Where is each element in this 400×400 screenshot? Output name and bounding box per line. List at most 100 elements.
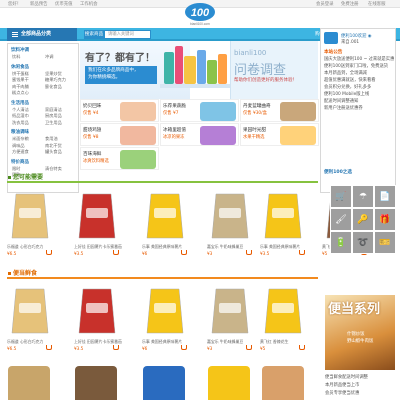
- promo-tile[interactable]: 百味海鲜 冰爽饮料精选: [80, 147, 159, 170]
- tape-icon[interactable]: ➰: [352, 231, 374, 254]
- notice-item[interactable]: 新用户注册送优惠券: [324, 105, 394, 111]
- umbrella-icon[interactable]: ☂: [352, 185, 374, 208]
- product-card[interactable]: 乐福道 心形白巧克力 ¥6.5: [5, 283, 55, 363]
- key-icon[interactable]: 🔑: [352, 208, 374, 231]
- bento-ad[interactable]: 便当系列 什锦炒饭 野山椒牛肉饭: [325, 295, 395, 370]
- product-card[interactable]: 嘉宝乐 牛奶味蜂巢豆 ¥3: [205, 188, 255, 268]
- product-image[interactable]: [262, 366, 304, 400]
- promo-tile[interactable]: 丹麦蓝罐曲奇 仅售 ¥30/盒: [240, 99, 319, 122]
- product-image[interactable]: [8, 366, 50, 400]
- add-to-cart-icon[interactable]: [181, 250, 187, 255]
- add-to-cart-icon[interactable]: [181, 345, 187, 350]
- category-item[interactable]: 个人清洁: [12, 107, 29, 113]
- side-news-item[interactable]: 本月新品便当上市: [325, 382, 395, 388]
- product-image[interactable]: [208, 190, 252, 242]
- notice-item[interactable]: 便利100送到家门口啦，免费送货: [324, 63, 394, 69]
- notice-item[interactable]: 国庆大放送便利100 ~ 过来就是实惠啦: [324, 56, 394, 62]
- category-item[interactable]: 南北干货: [45, 143, 62, 149]
- topbar-link-jobs[interactable]: 工作机会: [80, 1, 98, 7]
- all-categories-button[interactable]: 全部商品分类: [7, 28, 77, 41]
- category-item[interactable]: 冲调: [45, 54, 53, 60]
- add-to-cart-icon[interactable]: [46, 250, 52, 255]
- product-card[interactable]: 嘉宝乐 牛奶味蜂巢豆 ¥3: [205, 283, 255, 363]
- cart-icon[interactable]: 🛒: [330, 185, 352, 208]
- promo-tile[interactable]: 甜烧鸡翅 仅售 ¥8: [80, 123, 159, 146]
- product-card[interactable]: 上好佳 田园薯片卡乐蜜番茄味 ¥3.5: [72, 188, 122, 268]
- product-image[interactable]: [208, 285, 252, 337]
- category-item[interactable]: 饮料: [12, 54, 20, 60]
- notice-item[interactable]: 超值优惠满就送，快来看看: [324, 77, 394, 83]
- category-heading[interactable]: 生活用品: [11, 100, 29, 106]
- promo-tile[interactable]: 果园时光甜 水果干精选: [240, 123, 319, 146]
- product-image[interactable]: [75, 190, 119, 242]
- category-item[interactable]: 肉干肉脯: [12, 84, 29, 90]
- topbar-link-login[interactable]: 会员登录: [316, 1, 334, 7]
- ticket-icon[interactable]: 🎫: [374, 231, 396, 254]
- paint-icon[interactable]: 🖌: [330, 208, 352, 231]
- category-item[interactable]: 家庭清洁: [45, 107, 62, 113]
- product-card[interactable]: 乐事 美国经典原味薯片 ¥6: [140, 188, 190, 268]
- category-heading[interactable]: 粮油调味: [11, 129, 29, 135]
- category-item[interactable]: 糕点点心: [12, 90, 29, 96]
- product-card[interactable]: 乐事 美国经典原味薯片 ¥6: [140, 283, 190, 363]
- promo-tile[interactable]: 乐荐果蔬脆 仅售 ¥7: [160, 99, 239, 122]
- survey-banner[interactable]: bianli100 问卷调查 帮助你们创造更好的服务体验！: [230, 41, 318, 99]
- category-item[interactable]: 饼干蛋糕: [12, 71, 29, 77]
- gift-icon[interactable]: 🎁: [374, 208, 396, 231]
- user-avatar[interactable]: [324, 32, 338, 44]
- add-to-cart-icon[interactable]: [113, 345, 119, 350]
- product-image[interactable]: [261, 190, 305, 242]
- category-heading[interactable]: 饮料冲调: [11, 47, 29, 53]
- product-card[interactable]: 黄飞红 香辣花生¥5: [258, 283, 308, 363]
- notice-item[interactable]: 会员积分兑换，好礼多多: [324, 84, 394, 90]
- category-item[interactable]: 厨房用品: [45, 113, 62, 119]
- product-card[interactable]: 乐福道 心形白巧克力 ¥6.5: [5, 188, 55, 268]
- category-heading[interactable]: 特价商品: [11, 159, 29, 165]
- category-item[interactable]: 罐头食品: [45, 149, 62, 155]
- topbar-link-service[interactable]: 在线客服: [368, 1, 386, 7]
- category-item[interactable]: 卫生用品: [45, 120, 62, 126]
- add-to-cart-icon[interactable]: [246, 345, 252, 350]
- side-news-item[interactable]: 便当鲜食配送时间调整: [325, 374, 395, 380]
- add-to-cart-icon[interactable]: [299, 345, 305, 350]
- category-item[interactable]: 洗衣用品: [12, 120, 29, 126]
- category-item[interactable]: 纸品湿巾: [12, 113, 29, 119]
- product-image[interactable]: [8, 190, 52, 242]
- category-item[interactable]: 调味品: [12, 143, 25, 149]
- product-image[interactable]: [143, 190, 187, 242]
- document-icon[interactable]: 📄: [374, 185, 396, 208]
- promo-tile[interactable]: 冰箱里超值 冰凉的果冻: [160, 123, 239, 146]
- site-logo[interactable]: 100 bianli100.com: [183, 2, 217, 26]
- notice-item[interactable]: 配送时间调整通知: [324, 98, 394, 104]
- add-to-cart-icon[interactable]: [299, 250, 305, 255]
- promo-tile[interactable]: 奶贝回味 仅售 ¥4: [80, 99, 159, 122]
- search-label[interactable]: 搜索商品: [84, 30, 104, 39]
- product-image[interactable]: [143, 366, 185, 400]
- category-item[interactable]: 米面杂粮: [12, 136, 29, 142]
- category-item[interactable]: 食用油: [45, 136, 58, 142]
- category-item[interactable]: 清仓特卖: [45, 166, 62, 172]
- topbar-link-recharge[interactable]: 优币充值: [55, 1, 73, 7]
- product-image[interactable]: [75, 285, 119, 337]
- notice-item[interactable]: 本月新品到，全场满减: [324, 70, 394, 76]
- product-image[interactable]: [75, 366, 117, 400]
- category-item[interactable]: 限时: [12, 166, 20, 172]
- category-item[interactable]: 坚果炒货: [45, 71, 62, 77]
- add-to-cart-icon[interactable]: [113, 250, 119, 255]
- category-item[interactable]: 方便速食: [12, 149, 29, 155]
- category-heading[interactable]: 休闲食品: [11, 64, 29, 70]
- add-to-cart-icon[interactable]: [46, 345, 52, 350]
- product-image[interactable]: [208, 366, 250, 400]
- notice-item[interactable]: 便利100 Mobile版上线: [324, 91, 394, 97]
- category-item[interactable]: 膨化食品: [45, 84, 62, 90]
- category-item[interactable]: 蜜饯果干: [12, 77, 29, 83]
- search-input[interactable]: 请输入关键词: [104, 30, 151, 39]
- category-item[interactable]: 糖果巧克力: [45, 77, 66, 83]
- battery-icon[interactable]: 🔋: [330, 231, 352, 254]
- topbar-link-register[interactable]: 免费注册: [341, 1, 359, 7]
- side-news-item[interactable]: 会员专享便当优惠: [325, 390, 395, 396]
- add-to-cart-icon[interactable]: [246, 250, 252, 255]
- product-card[interactable]: 乐事 美国经典原味薯片 ¥3.5: [258, 188, 308, 268]
- product-image[interactable]: [8, 285, 52, 337]
- product-image[interactable]: [143, 285, 187, 337]
